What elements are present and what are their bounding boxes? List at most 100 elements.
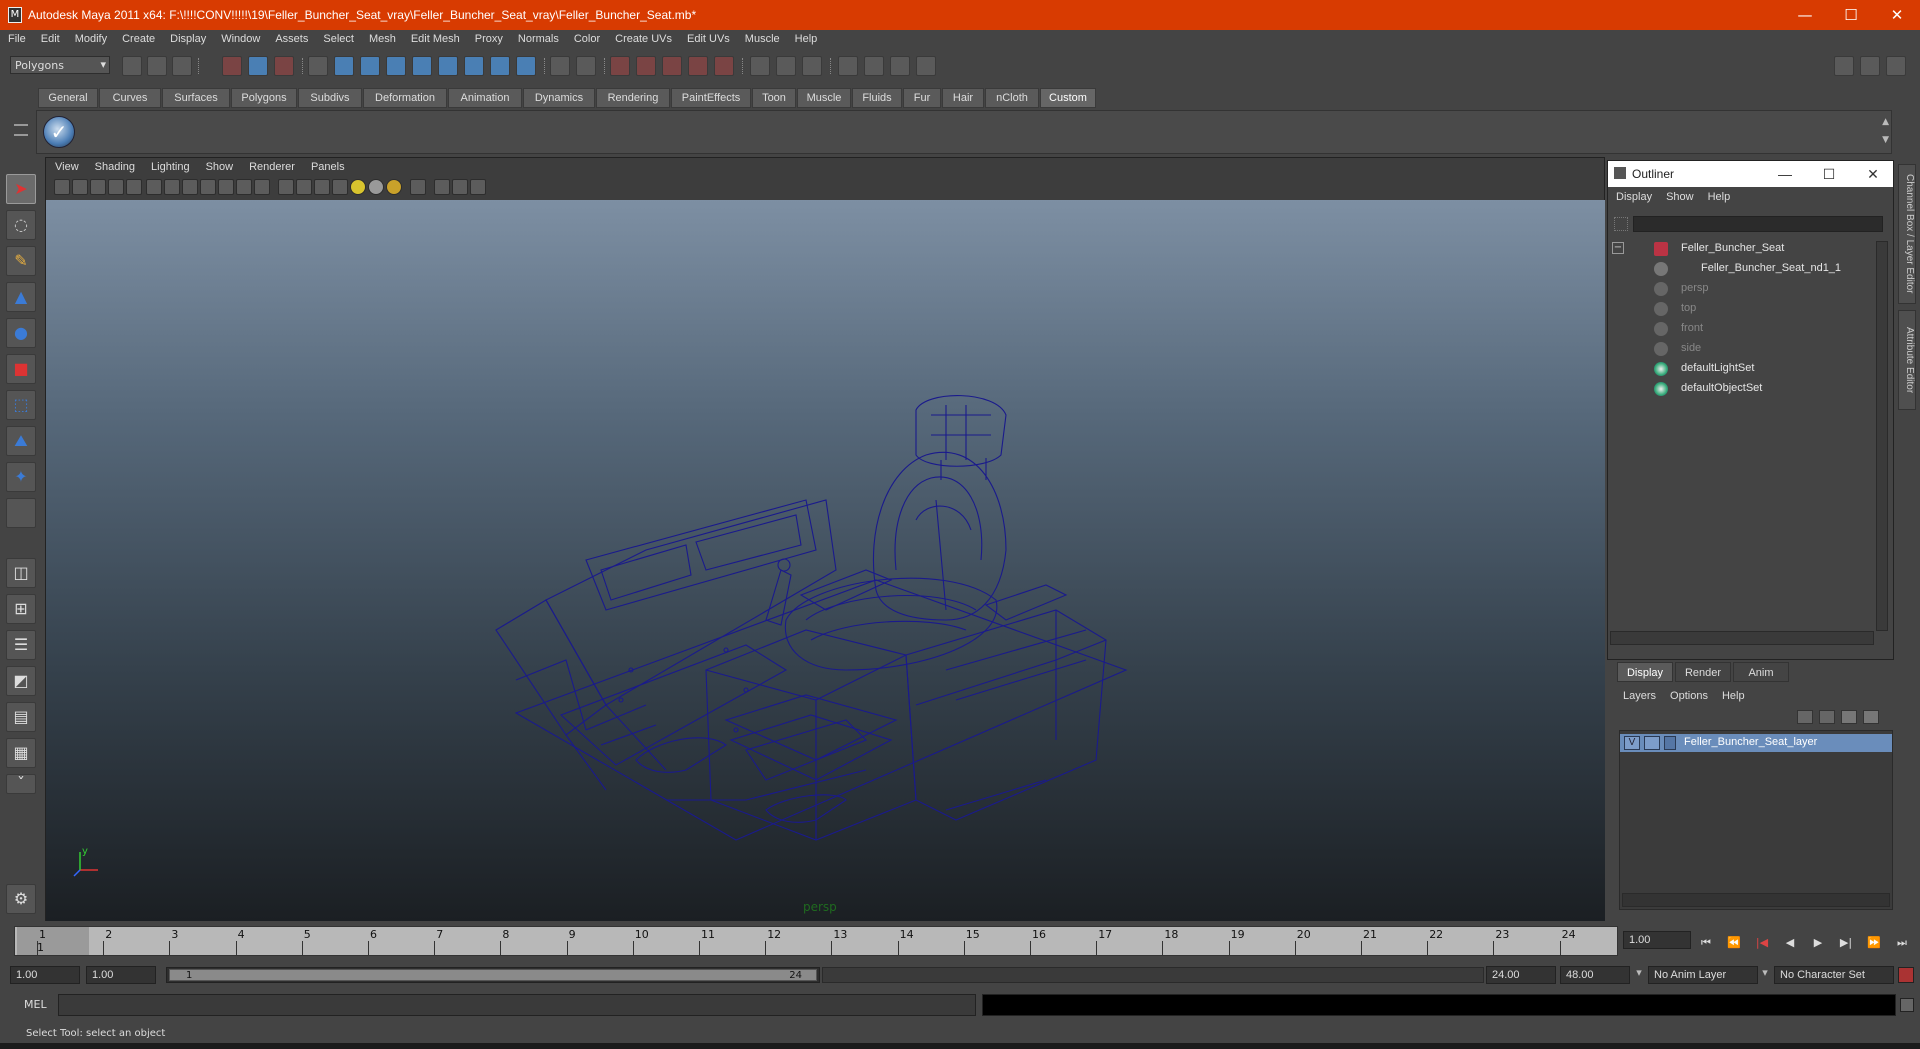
menu-select[interactable]: Select [315, 30, 361, 45]
tab-rendering[interactable]: Rendering [596, 88, 670, 108]
make-live-icon[interactable] [714, 56, 734, 76]
film-gate-icon[interactable] [164, 179, 180, 195]
tab-channel-box-layer-editor[interactable]: Channel Box / Layer Editor [1898, 164, 1916, 304]
outliner-vertical-scrollbar[interactable] [1876, 241, 1888, 631]
quick-layout-button[interactable]: ⚙ [6, 884, 36, 914]
menu-set-dropdown[interactable]: Polygons ▾ [10, 56, 110, 74]
show-tool-settings-icon[interactable] [1860, 56, 1880, 76]
new-layer-icon[interactable] [1841, 710, 1857, 724]
menu-display[interactable]: Display [162, 30, 213, 45]
snap-to-point-icon[interactable] [662, 56, 682, 76]
show-channel-box-icon[interactable] [1886, 56, 1906, 76]
tab-surfaces[interactable]: Surfaces [162, 88, 230, 108]
select-misc-icon[interactable] [516, 56, 536, 76]
lasso-tool[interactable]: ◌ [6, 210, 36, 240]
tab-animation[interactable]: Animation [448, 88, 522, 108]
range-slider-thumb[interactable]: 1 24 [169, 969, 817, 981]
paint-select-tool[interactable]: ✎ [6, 246, 36, 276]
new-scene-icon[interactable] [122, 56, 142, 76]
outliner-item[interactable]: defaultObjectSet [1608, 379, 1868, 399]
chevron-down-icon[interactable]: ▾ [1632, 966, 1646, 984]
select-deformations-icon[interactable] [438, 56, 458, 76]
wireframe-on-shaded-icon[interactable] [314, 179, 330, 195]
menu-window[interactable]: Window [213, 30, 267, 45]
all-lights-icon[interactable] [368, 179, 384, 195]
tab-render-layers[interactable]: Render [1675, 662, 1731, 682]
custom-shelf-button[interactable]: ✓ [43, 116, 75, 148]
vp-menu-view[interactable]: View [46, 158, 86, 173]
vp-menu-lighting[interactable]: Lighting [142, 158, 197, 173]
filter-icon[interactable] [1614, 217, 1628, 231]
layer-menu-options[interactable]: Options [1662, 687, 1714, 702]
outliner-menu-show[interactable]: Show [1658, 188, 1700, 203]
layer-color-swatch[interactable] [1664, 736, 1676, 750]
animation-end-field[interactable]: 48.00 [1560, 966, 1630, 984]
shelf-menu-handle[interactable] [14, 118, 30, 150]
outliner-close-button[interactable]: ✕ [1851, 161, 1895, 187]
construction-history-icon[interactable] [802, 56, 822, 76]
play-forwards-button[interactable]: ▶ [1806, 935, 1830, 951]
new-layer-from-selection-icon[interactable] [1863, 710, 1879, 724]
select-handles-icon[interactable] [334, 56, 354, 76]
select-dynamics-icon[interactable] [464, 56, 484, 76]
hud-icon[interactable] [470, 179, 486, 195]
textured-icon[interactable] [332, 179, 348, 195]
tab-anim-layers[interactable]: Anim [1733, 662, 1789, 682]
tab-painteffects[interactable]: PaintEffects [671, 88, 751, 108]
tab-muscle[interactable]: Muscle [797, 88, 851, 108]
outliner-horizontal-scrollbar[interactable] [1610, 631, 1874, 645]
rotate-tool[interactable]: ● [6, 318, 36, 348]
menu-create-uvs[interactable]: Create UVs [607, 30, 679, 45]
outliner-item[interactable]: Feller_Buncher_Seat [1608, 239, 1868, 259]
image-plane-icon[interactable] [108, 179, 124, 195]
layout-custom[interactable]: ▦ [6, 738, 36, 768]
two-d-pan-icon[interactable] [126, 179, 142, 195]
render-settings-icon[interactable] [916, 56, 936, 76]
move-tool[interactable]: ▲ [6, 282, 36, 312]
command-language-label[interactable]: MEL [24, 998, 47, 1011]
isolate-select-icon[interactable] [434, 179, 450, 195]
menu-assets[interactable]: Assets [267, 30, 315, 45]
outliner-item[interactable]: defaultLightSet [1608, 359, 1868, 379]
shelf-scroll-down-icon[interactable]: ▼ [1882, 135, 1889, 145]
tab-fur[interactable]: Fur [903, 88, 941, 108]
safe-title-icon[interactable] [254, 179, 270, 195]
close-button[interactable]: ✕ [1874, 0, 1920, 30]
character-set-dropdown[interactable]: No Character Set [1774, 966, 1894, 984]
tab-dynamics[interactable]: Dynamics [523, 88, 595, 108]
select-by-object-icon[interactable] [248, 56, 268, 76]
camera-attributes-icon[interactable] [72, 179, 88, 195]
vp-menu-renderer[interactable]: Renderer [240, 158, 302, 173]
select-joints-icon[interactable] [360, 56, 380, 76]
tab-attribute-editor[interactable]: Attribute Editor [1898, 310, 1916, 410]
outliner-menu-help[interactable]: Help [1700, 188, 1737, 203]
resolution-gate-icon[interactable] [182, 179, 198, 195]
menu-color[interactable]: Color [566, 30, 607, 45]
smooth-shade-icon[interactable] [296, 179, 312, 195]
layer-menu-layers[interactable]: Layers [1615, 687, 1662, 702]
xray-icon[interactable] [410, 179, 426, 195]
outliner-maximize-button[interactable]: ☐ [1807, 161, 1851, 187]
tab-general[interactable]: General [38, 88, 98, 108]
tab-display-layers[interactable]: Display [1617, 662, 1673, 682]
move-layer-up-icon[interactable] [1797, 710, 1813, 724]
vp-menu-show[interactable]: Show [197, 158, 241, 173]
soft-modification-tool[interactable]: ⛰ [6, 426, 36, 456]
ipr-render-icon[interactable] [890, 56, 910, 76]
tab-toon[interactable]: Toon [752, 88, 796, 108]
lock-selection-icon[interactable] [308, 56, 328, 76]
tab-polygons[interactable]: Polygons [231, 88, 297, 108]
minimize-button[interactable]: — [1782, 0, 1828, 30]
outliner-item[interactable]: persp [1608, 279, 1868, 299]
script-editor-icon[interactable] [1900, 998, 1914, 1012]
show-attribute-editor-icon[interactable] [1834, 56, 1854, 76]
menu-edit-uvs[interactable]: Edit UVs [679, 30, 737, 45]
step-back-frame-button[interactable]: |◀ [1750, 935, 1774, 951]
menu-edit-mesh[interactable]: Edit Mesh [403, 30, 467, 45]
outliner-item[interactable]: front [1608, 319, 1868, 339]
outliner-minimize-button[interactable]: — [1763, 161, 1807, 187]
render-frame-icon[interactable] [864, 56, 884, 76]
shadows-icon[interactable] [386, 179, 402, 195]
menu-muscle[interactable]: Muscle [737, 30, 787, 45]
tab-fluids[interactable]: Fluids [852, 88, 902, 108]
